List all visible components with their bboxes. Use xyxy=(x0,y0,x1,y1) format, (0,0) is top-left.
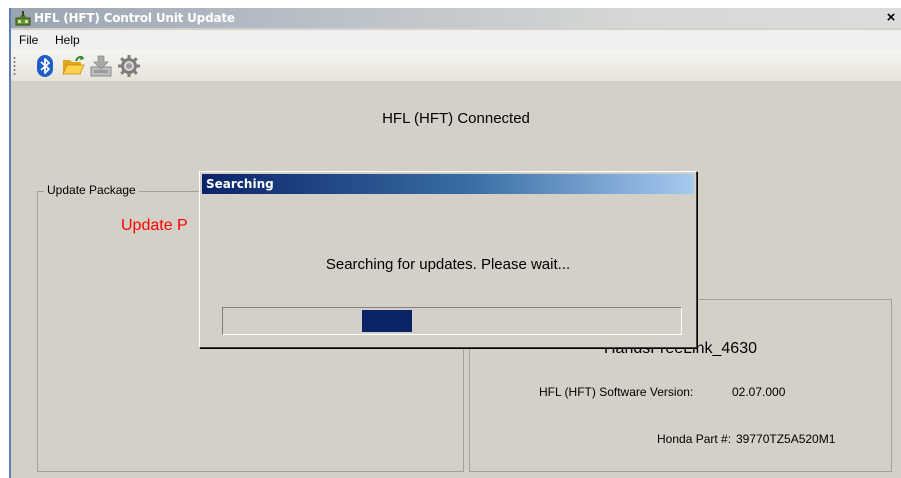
window-title: HFL (HFT) Control Unit Update xyxy=(34,11,235,25)
bluetooth-icon[interactable] xyxy=(33,54,57,78)
menu-bar: File Help xyxy=(11,30,901,50)
menu-help[interactable]: Help xyxy=(55,33,80,47)
dialog-message: Searching for updates. Please wait... xyxy=(325,256,571,273)
settings-gear-icon[interactable] xyxy=(117,54,141,78)
progress-marquee-block xyxy=(362,310,412,332)
software-version-label: HFL (HFT) Software Version: xyxy=(539,385,694,399)
part-number-label: Honda Part #: xyxy=(657,432,732,446)
update-package-legend: Update Package xyxy=(44,183,139,197)
menu-file[interactable]: File xyxy=(19,33,38,47)
software-version-value: 02.07.000 xyxy=(732,385,786,399)
toolbar xyxy=(11,50,901,81)
searching-dialog: Searching Searching for updates. Please … xyxy=(199,171,697,348)
update-package-status: Update P xyxy=(121,217,188,234)
download-update-icon[interactable] xyxy=(89,54,113,78)
connection-status: HFL (HFT) Connected xyxy=(382,110,530,127)
dialog-title-bar[interactable]: Searching xyxy=(202,174,694,194)
toolbar-grip[interactable] xyxy=(13,56,16,76)
close-button[interactable]: × xyxy=(883,10,899,26)
part-number-value: 39770TZ5A520M1 xyxy=(736,432,836,446)
app-icon xyxy=(15,10,31,26)
search-progress-bar xyxy=(222,307,682,335)
title-bar[interactable]: HFL (HFT) Control Unit Update × xyxy=(11,8,901,28)
dialog-title: Searching xyxy=(206,177,274,191)
open-folder-icon[interactable] xyxy=(61,54,85,78)
app-window: HFL (HFT) Control Unit Update × File Hel… xyxy=(9,8,901,478)
